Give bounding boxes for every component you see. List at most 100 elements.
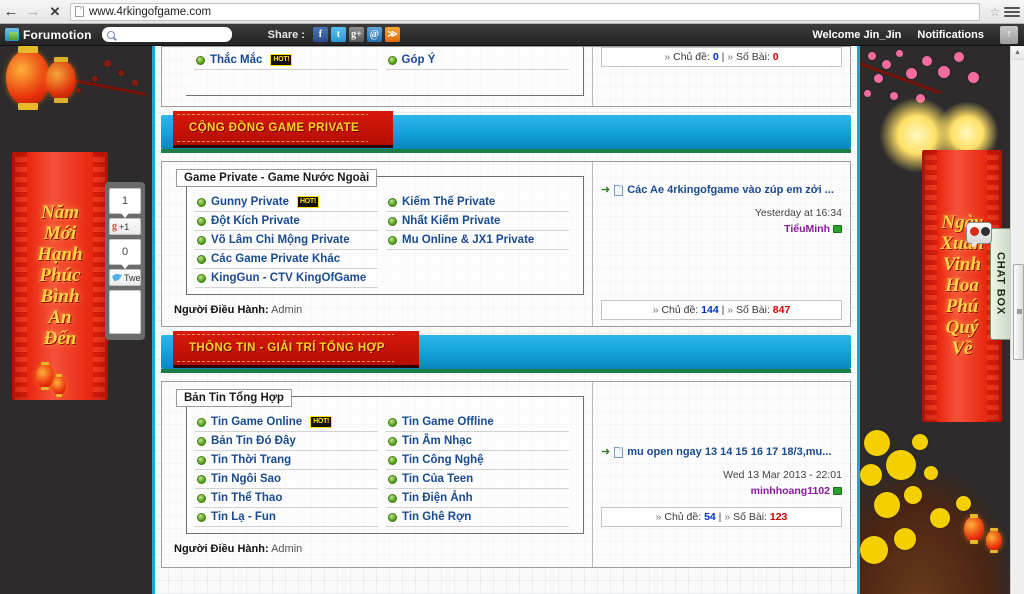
list-item[interactable]: Tin Game Online HOT!: [195, 413, 378, 432]
subforum-link[interactable]: Tin Game Online: [211, 416, 302, 428]
last-post-author[interactable]: minhhoang1102: [751, 485, 842, 497]
subforum-link[interactable]: Gunny Private: [211, 196, 289, 208]
subforum-link[interactable]: Võ Lâm Chi Mộng Private: [211, 234, 350, 246]
forum-status-icon: [197, 254, 206, 264]
topic-document-icon: [614, 447, 624, 458]
notifications-link[interactable]: Notifications: [917, 29, 984, 41]
bookmark-star-icon[interactable]: ☆: [986, 5, 1004, 19]
blossom-decor: [76, 88, 81, 93]
tweet-count: 0: [109, 239, 141, 269]
subforum-link[interactable]: Thắc Mắc: [210, 54, 262, 66]
subforum-link[interactable]: KingGun - CTV KingOfGame: [211, 272, 366, 284]
moderator-line: Người Điều Hành: Admin: [174, 304, 584, 316]
subforum-link[interactable]: Tin Thời Trang: [211, 454, 291, 466]
list-item[interactable]: Tin Lạ - Fun: [195, 508, 378, 527]
author-name: TiểuMinh: [784, 223, 830, 235]
last-post-author[interactable]: TiểuMinh: [784, 223, 842, 235]
last-post-topic[interactable]: ➜ mu open ngay 13 14 15 16 17 18/3,mu...: [601, 446, 842, 459]
back-icon[interactable]: ←: [0, 1, 22, 23]
hamburger-menu-icon[interactable]: [1004, 6, 1020, 17]
subforum-link[interactable]: Đột Kích Private: [211, 215, 300, 227]
list-item[interactable]: Các Game Private Khác: [195, 250, 378, 269]
subforum-link[interactable]: Góp Ý: [402, 54, 436, 66]
list-item[interactable]: Kiếm Thế Private: [386, 193, 569, 212]
chatbox-bubble-icon[interactable]: [966, 222, 992, 248]
subforum-link[interactable]: Bản Tin Đó Đây: [211, 435, 296, 447]
search-input[interactable]: [117, 29, 218, 40]
blossom-decor: [938, 66, 950, 78]
chatbox-tab[interactable]: CHAT BOX: [990, 228, 1010, 340]
page-document-icon: [75, 6, 84, 17]
forumotion-brand-label[interactable]: Forumotion: [23, 28, 92, 42]
subforum-link[interactable]: Các Game Private Khác: [211, 253, 340, 265]
topics-label: Chủ đề:: [673, 51, 710, 63]
list-item[interactable]: KingGun - CTV KingOfGame: [195, 269, 378, 288]
subforum-link[interactable]: Mu Online & JX1 Private: [402, 234, 534, 246]
blossom-decor: [860, 464, 882, 486]
browser-toolbar: ← → ✕ www.4rkingofgame.com ☆: [0, 0, 1024, 24]
lantern-icon: [46, 56, 76, 104]
list-item[interactable]: Bản Tin Đó Đây: [195, 432, 378, 451]
subforum-link[interactable]: Tin Game Offline: [402, 416, 494, 428]
list-item[interactable]: Tin Ghê Rợn: [386, 508, 569, 527]
stop-icon[interactable]: ✕: [44, 1, 66, 23]
moderator-line: Người Điều Hành: Admin: [174, 543, 584, 555]
scrollbar-thumb[interactable]: [1013, 264, 1024, 360]
tet-char: Phúc: [39, 265, 81, 287]
posts-count: 123: [769, 511, 788, 523]
twitter-icon[interactable]: t: [330, 27, 346, 42]
moderator-name[interactable]: Admin: [271, 304, 302, 316]
list-item[interactable]: Góp Ý: [385, 51, 569, 70]
list-item[interactable]: Nhất Kiếm Private: [386, 212, 569, 231]
list-item[interactable]: Gunny Private HOT!: [195, 193, 378, 212]
posts-label: Số Bài:: [736, 304, 770, 316]
subforum-link[interactable]: Tin Ghê Rợn: [402, 511, 471, 523]
list-item[interactable]: Tin Thể Thao: [195, 489, 378, 508]
gplus-button[interactable]: g +1: [109, 218, 141, 235]
rss-icon[interactable]: ≫: [384, 27, 400, 42]
list-item[interactable]: Tin Điện Ảnh: [386, 489, 569, 508]
stats-separator: |: [718, 511, 722, 523]
list-item[interactable]: Thắc Mắc HOT!: [194, 51, 378, 70]
subforum-link[interactable]: Nhất Kiếm Private: [402, 215, 500, 227]
list-item[interactable]: Mu Online & JX1 Private: [386, 231, 569, 250]
list-item[interactable]: Tin Âm Nhạc: [386, 432, 569, 451]
subforum-link[interactable]: Tin Của Teen: [402, 473, 473, 485]
list-item[interactable]: Tin Công Nghệ: [386, 451, 569, 470]
subforum-link[interactable]: Tin Điện Ảnh: [402, 492, 473, 504]
welcome-user-label[interactable]: Welcome Jin_Jin: [812, 29, 901, 41]
subforum-link[interactable]: Tin Công Nghệ: [402, 454, 484, 466]
scrollbar-up-arrow[interactable]: ▲: [1011, 46, 1024, 60]
subforum-link[interactable]: Tin Thể Thao: [211, 492, 282, 504]
last-post-title[interactable]: mu open ngay 13 14 15 16 17 18/3,mu...: [627, 446, 831, 459]
facebook-icon[interactable]: f: [312, 27, 328, 42]
googleplus-icon[interactable]: g+: [348, 27, 364, 42]
page-scrollbar[interactable]: ▲: [1010, 46, 1024, 594]
search-box[interactable]: [101, 27, 232, 42]
topic-document-icon: [614, 185, 624, 196]
moderator-name[interactable]: Admin: [271, 543, 302, 555]
list-item[interactable]: Tin Ngôi Sao: [195, 470, 378, 489]
list-item[interactable]: Tin Của Teen: [386, 470, 569, 489]
last-post-title[interactable]: Các Ae 4rkingofgame vào zúp em zởi ...: [627, 184, 834, 197]
last-post-topic[interactable]: ➜ Các Ae 4rkingofgame vào zúp em zởi ...: [601, 184, 842, 197]
blossom-decor: [904, 486, 922, 504]
forum-stats: » Chủ đề: 54 | » Số Bài: 123: [601, 507, 842, 527]
email-icon[interactable]: @: [366, 27, 382, 42]
list-item[interactable]: Tin Thời Trang: [195, 451, 378, 470]
scroll-to-top-button[interactable]: ↑: [1000, 25, 1018, 44]
subforum-link[interactable]: Tin Âm Nhạc: [402, 435, 472, 447]
subforum-link[interactable]: Tin Lạ - Fun: [211, 511, 276, 523]
list-item[interactable]: Tin Game Offline: [386, 413, 569, 432]
tweet-button[interactable]: Tweet: [109, 269, 141, 286]
forward-icon[interactable]: →: [22, 1, 44, 23]
list-item[interactable]: Võ Lâm Chi Mộng Private: [195, 231, 378, 250]
subforum-link[interactable]: Tin Ngôi Sao: [211, 473, 281, 485]
forum-stats: » Chủ đề: 0 | » Số Bài: 0: [601, 47, 842, 67]
forum-status-icon: [197, 417, 206, 427]
forum-stats: » Chủ đề: 144 | » Số Bài: 847: [601, 300, 842, 320]
subforum-link[interactable]: Kiếm Thế Private: [402, 196, 495, 208]
facebook-like-placeholder[interactable]: [109, 290, 141, 334]
address-bar[interactable]: www.4rkingofgame.com: [70, 2, 980, 21]
list-item[interactable]: Đột Kích Private: [195, 212, 378, 231]
